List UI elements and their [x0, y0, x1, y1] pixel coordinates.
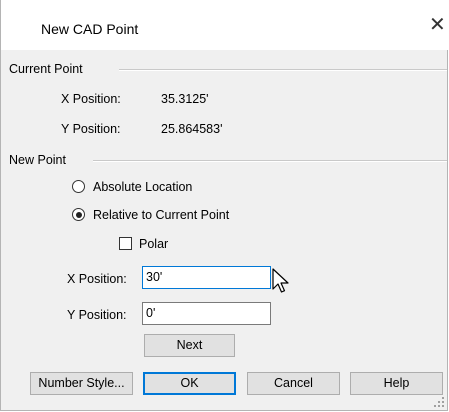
- radio-relative-label[interactable]: Relative to Current Point: [93, 208, 229, 222]
- y-position-input[interactable]: 0': [142, 302, 271, 325]
- title-bar: New CAD Point ✕: [1, 0, 449, 50]
- radio-absolute-label[interactable]: Absolute Location: [93, 180, 192, 194]
- close-icon[interactable]: ✕: [429, 15, 446, 35]
- current-point-section-label: Current Point: [9, 62, 83, 76]
- cancel-button[interactable]: Cancel: [247, 372, 340, 395]
- current-x-value: 35.3125': [161, 92, 209, 106]
- new-point-section-label: New Point: [9, 153, 66, 167]
- help-button[interactable]: Help: [350, 372, 443, 395]
- radio-relative-indicator[interactable]: [72, 208, 85, 221]
- new-cad-point-dialog: New CAD Point ✕ Current Point X Position…: [0, 0, 449, 411]
- current-x-label: X Position:: [61, 92, 121, 106]
- radio-absolute-indicator[interactable]: [72, 180, 85, 193]
- mouse-pointer-icon: [272, 268, 289, 293]
- current-y-value: 25.864583': [161, 122, 223, 136]
- new-point-divider: [93, 160, 447, 162]
- current-y-label: Y Position:: [61, 122, 121, 136]
- polar-label[interactable]: Polar: [139, 237, 168, 251]
- resize-grip-icon[interactable]: [433, 396, 445, 408]
- current-point-divider: [119, 69, 447, 71]
- next-button[interactable]: Next: [144, 334, 235, 357]
- polar-checkbox[interactable]: [119, 237, 132, 250]
- ok-button[interactable]: OK: [143, 372, 236, 395]
- x-position-input[interactable]: 30': [142, 266, 271, 289]
- new-x-label: X Position:: [67, 272, 127, 286]
- dialog-title: New CAD Point: [41, 21, 139, 37]
- number-style-button[interactable]: Number Style...: [30, 372, 133, 395]
- new-y-label: Y Position:: [67, 308, 127, 322]
